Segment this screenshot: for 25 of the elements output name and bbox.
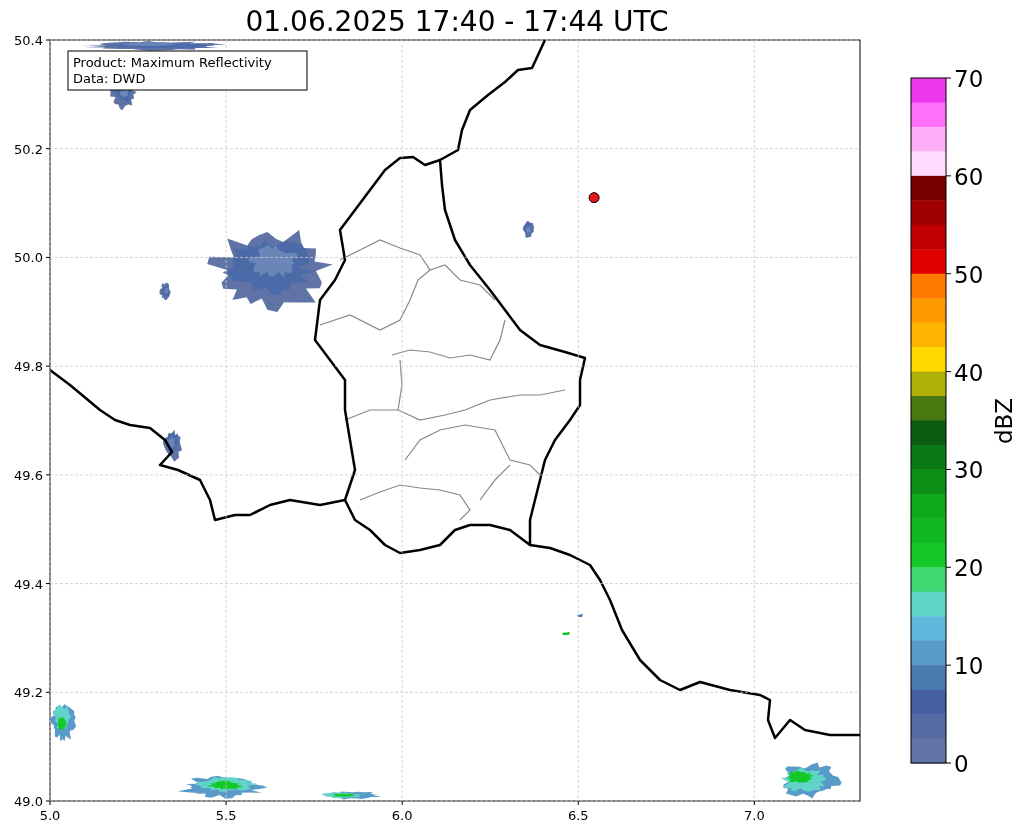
colorbar-tick-label: 10: [954, 653, 984, 680]
y-tick-label: 49.6: [14, 467, 43, 483]
colorbar-tick-label: 30: [954, 457, 984, 484]
x-tick-label: 5.0: [39, 808, 61, 823]
x-tick-label: 6.5: [567, 808, 589, 823]
y-tick-label: 50.0: [14, 250, 43, 266]
x-tick-label: 6.0: [391, 808, 413, 823]
y-tick-label: 49.2: [14, 685, 43, 701]
y-tick-label: 49.4: [14, 576, 43, 592]
colorbar-label: dBZ: [991, 397, 1017, 445]
x-tick-label: 5.5: [215, 808, 237, 823]
colorbar-tick-label: 40: [954, 359, 984, 386]
colorbar-tick-label: 50: [954, 261, 984, 288]
y-tick-label: 49.8: [14, 359, 43, 375]
chart-title: 01.06.2025 17:40 - 17:44 UTC: [245, 5, 669, 38]
y-tick-label: 49.0: [14, 794, 43, 809]
info-text: Product: Maximum Reflectivity: [73, 55, 272, 70]
y-tick-label: 50.2: [14, 141, 43, 157]
x-tick-label: 7.0: [744, 808, 765, 823]
colorbar-tick-label: 20: [954, 555, 984, 582]
colorbar-tick-label: 70: [954, 66, 984, 92]
y-tick-label: 50.4: [14, 33, 43, 48]
info-text: Data: DWD: [73, 71, 146, 86]
colorbar-tick-label: 60: [954, 163, 984, 190]
colorbar-tick-label: 0: [954, 751, 969, 777]
